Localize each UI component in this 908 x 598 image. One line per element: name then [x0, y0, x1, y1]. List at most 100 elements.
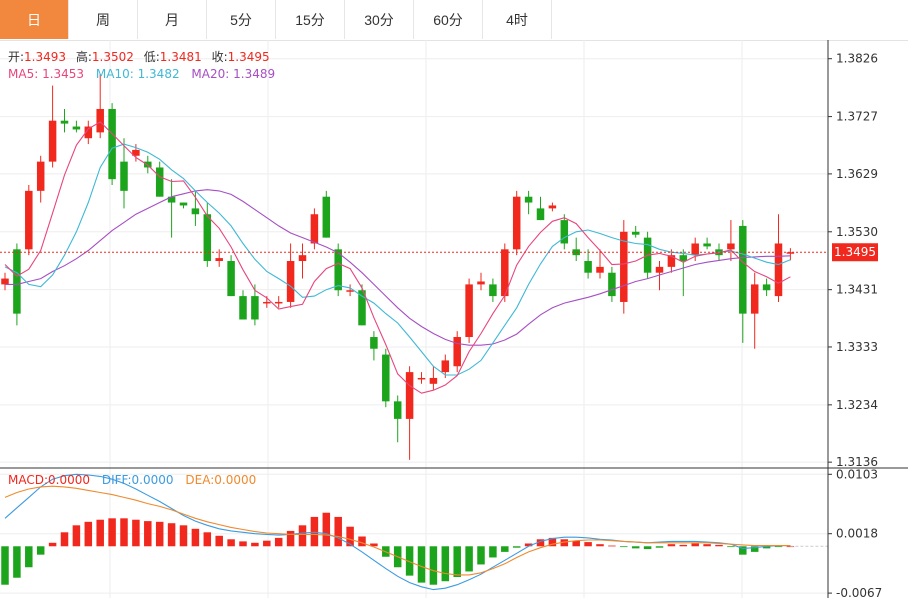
tab-15min[interactable]: 15分 — [276, 0, 345, 39]
price-tick-label: 1.3234 — [836, 398, 878, 412]
open-label: 开: — [8, 50, 24, 64]
macd-bar — [715, 544, 723, 547]
macd-bar — [596, 544, 604, 547]
macd-bar — [643, 546, 652, 550]
macd-bar — [1, 546, 9, 585]
candle-body — [251, 296, 259, 320]
candle-body — [393, 401, 402, 419]
candle — [572, 237, 580, 262]
candle-body — [346, 290, 354, 292]
ma20-value: 1.3489 — [233, 67, 275, 81]
macd-bar — [108, 518, 116, 547]
tab-60min[interactable]: 60分 — [414, 0, 483, 39]
macd-bar — [60, 532, 69, 547]
candle-body — [631, 231, 640, 235]
candle — [370, 331, 378, 361]
candle — [703, 237, 711, 250]
ohlc-legend: 开:1.3493 高:1.3502 低:1.3481 收:1.3495 — [8, 49, 270, 64]
candle — [774, 214, 783, 302]
candle-body — [429, 377, 438, 384]
candle-body — [679, 255, 688, 262]
macd-tick-label: 0.0018 — [836, 527, 878, 541]
candle — [631, 225, 640, 238]
macd-bar — [584, 542, 592, 547]
tab-day[interactable]: 日 — [0, 0, 69, 39]
tab-4h[interactable]: 4时 — [483, 0, 552, 39]
macd-bar — [703, 544, 711, 547]
macd-bar — [334, 516, 342, 547]
candle-body — [536, 208, 545, 221]
macd-panel — [1, 473, 828, 591]
candle — [524, 190, 533, 215]
candle-body — [155, 167, 164, 197]
tab-30min[interactable]: 30分 — [345, 0, 414, 39]
ma10-value: 1.3482 — [138, 67, 180, 81]
macd-bar — [144, 521, 152, 547]
grid-lines — [0, 40, 828, 598]
macd-bar — [358, 536, 366, 547]
macd-bar — [191, 528, 200, 547]
macd-bar — [215, 535, 223, 547]
macd-bar — [679, 544, 688, 547]
chart-widget: 日 周 月 5分 15分 30分 60分 4时 1.3826 1.3727 1.36… — [0, 0, 908, 598]
macd-bar — [429, 546, 438, 585]
macd-bar — [667, 544, 676, 547]
tab-5min[interactable]: 5分 — [207, 0, 276, 39]
candle — [191, 190, 200, 226]
ma20-label: MA20: — [191, 67, 233, 81]
diff-value: 0.0000 — [132, 473, 174, 487]
open-value: 1.3493 — [24, 50, 66, 64]
candlestick-chart: 1.3826 1.3727 1.3629 1.3530 1.3431 1.3333 1.32… — [0, 40, 908, 598]
candle — [477, 272, 485, 291]
candle-body — [263, 301, 271, 304]
candle — [382, 348, 390, 408]
candle — [286, 243, 295, 308]
candles — [1, 73, 795, 460]
candle-body — [477, 281, 485, 285]
dea-label: DEA: — [185, 473, 214, 487]
candle-body — [489, 284, 497, 297]
candle-body — [203, 214, 212, 262]
candle — [48, 85, 57, 168]
candle-body — [596, 266, 604, 273]
candle — [727, 220, 735, 262]
macd-bar — [179, 525, 188, 547]
ma10-label: MA10: — [96, 67, 138, 81]
candle-body — [774, 243, 783, 297]
macd-bar — [655, 546, 664, 548]
candle — [417, 372, 426, 384]
macd-value: 0.0000 — [48, 473, 90, 487]
candle-body — [465, 284, 473, 338]
candle — [620, 220, 628, 314]
macd-bar — [417, 546, 426, 583]
macd-bar — [477, 546, 485, 565]
candle-body — [13, 249, 21, 314]
candle — [453, 331, 461, 373]
ma-legend: MA5: 1.3453 MA10: 1.3482 MA20: 1.3489 — [8, 67, 275, 81]
macd-bar — [203, 532, 212, 547]
macd-tick-label: -0.0067 — [836, 586, 882, 598]
candle — [750, 272, 759, 349]
candle-body — [108, 108, 116, 180]
candle-body — [96, 108, 104, 133]
candle — [786, 248, 795, 261]
candle-body — [298, 255, 307, 262]
candle-body — [215, 258, 223, 262]
candle — [512, 190, 521, 256]
price-tick-label: 1.3629 — [836, 167, 878, 181]
candle — [739, 220, 747, 343]
candle-body — [286, 261, 295, 302]
macd-bar — [239, 541, 247, 547]
candle — [489, 278, 497, 302]
candle — [25, 185, 33, 256]
candle-body — [48, 120, 57, 162]
tab-week[interactable]: 周 — [69, 0, 138, 39]
tab-month[interactable]: 月 — [138, 0, 207, 39]
axes: 1.3826 1.3727 1.3629 1.3530 1.3431 1.3333 1.32… — [0, 40, 908, 598]
macd-bar — [25, 546, 33, 568]
candle-body — [382, 354, 390, 402]
candle-body — [72, 126, 81, 130]
price-tick-label: 1.3333 — [836, 340, 878, 354]
candle-body — [239, 296, 247, 320]
macd-bar — [36, 546, 45, 555]
